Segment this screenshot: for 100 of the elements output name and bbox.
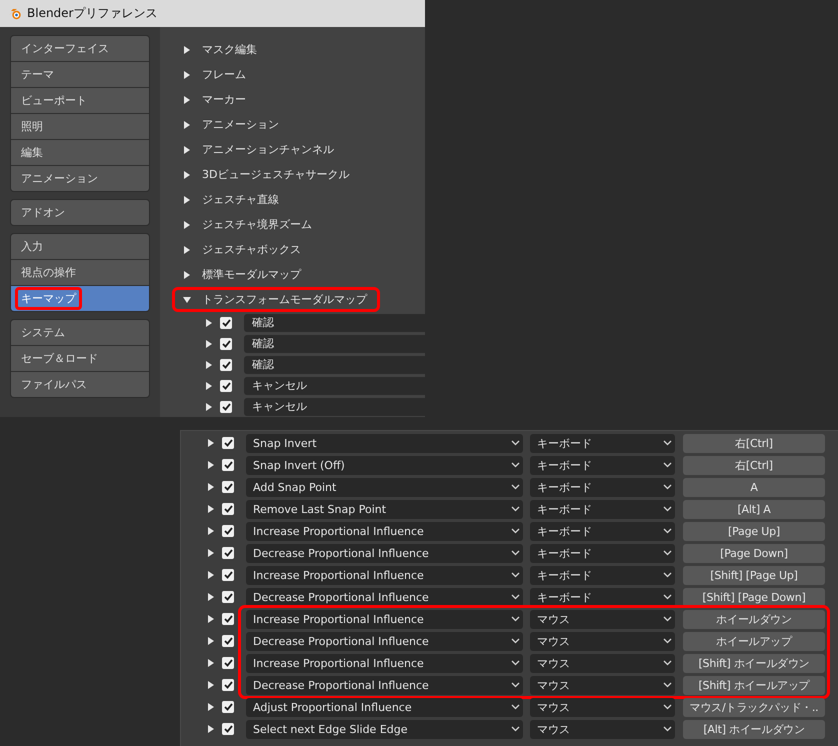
key-binding-button[interactable]: ホイールアップ bbox=[683, 632, 825, 650]
input-type-dropdown[interactable]: マウス bbox=[530, 676, 675, 694]
expand-right-icon[interactable] bbox=[183, 270, 191, 278]
expand-right-icon[interactable] bbox=[183, 70, 191, 78]
tree-item[interactable]: トランスフォームモーダルマップ bbox=[172, 287, 380, 312]
checkbox[interactable] bbox=[220, 380, 232, 392]
name-field[interactable]: キャンセル bbox=[244, 398, 425, 416]
key-binding-button[interactable]: 右[Ctrl] bbox=[683, 456, 825, 474]
tree-item[interactable]: マスク編集 bbox=[172, 37, 270, 62]
expand-right-icon[interactable] bbox=[205, 360, 213, 368]
input-type-dropdown[interactable]: マウス bbox=[530, 654, 675, 672]
expand-right-icon[interactable] bbox=[205, 402, 213, 410]
sidebar-item[interactable]: ファイルパス bbox=[11, 372, 149, 397]
expand-right-icon[interactable] bbox=[207, 549, 215, 557]
input-type-dropdown[interactable]: キーボード bbox=[530, 500, 675, 518]
sidebar-item[interactable]: テーマ bbox=[11, 62, 149, 87]
expand-right-icon[interactable] bbox=[207, 505, 215, 513]
sidebar-item[interactable]: アドオン bbox=[11, 200, 149, 225]
expand-right-icon[interactable] bbox=[183, 46, 191, 54]
checkbox[interactable] bbox=[222, 525, 234, 537]
expand-right-icon[interactable] bbox=[183, 120, 191, 128]
checkbox[interactable] bbox=[220, 358, 232, 370]
tree-item[interactable]: 3Dビュージェスチャサークル bbox=[172, 162, 362, 187]
checkbox[interactable] bbox=[222, 481, 234, 493]
input-type-dropdown[interactable]: キーボード bbox=[530, 544, 675, 562]
sidebar-item[interactable]: アニメーション bbox=[11, 166, 149, 191]
expand-right-icon[interactable] bbox=[205, 382, 213, 390]
input-type-dropdown[interactable]: キーボード bbox=[530, 522, 675, 540]
expand-right-icon[interactable] bbox=[205, 340, 213, 348]
key-binding-button[interactable]: [Shift] [Page Down] bbox=[683, 588, 825, 606]
checkbox[interactable] bbox=[222, 569, 234, 581]
expand-right-icon[interactable] bbox=[207, 725, 215, 733]
tree-item[interactable]: 標準モーダルマップ bbox=[172, 262, 314, 287]
checkbox[interactable] bbox=[222, 613, 234, 625]
checkbox[interactable] bbox=[220, 400, 232, 412]
tree-item[interactable]: ジェスチャ直線 bbox=[172, 187, 292, 212]
key-binding-button[interactable]: [Shift] ホイールダウン bbox=[683, 654, 825, 672]
expand-right-icon[interactable] bbox=[207, 483, 215, 491]
input-type-dropdown[interactable]: キーボード bbox=[530, 478, 675, 496]
tree-item[interactable]: アニメーションチャンネル bbox=[172, 137, 347, 162]
checkbox[interactable] bbox=[220, 316, 232, 328]
input-type-dropdown[interactable]: マウス bbox=[530, 610, 675, 628]
input-type-dropdown[interactable]: キーボード bbox=[530, 566, 675, 584]
checkbox[interactable] bbox=[222, 635, 234, 647]
action-dropdown[interactable]: Increase Proportional Influence bbox=[246, 522, 523, 540]
name-field[interactable]: 確認 bbox=[244, 334, 425, 352]
name-field[interactable]: 確認 bbox=[244, 314, 425, 332]
input-type-dropdown[interactable]: キーボード bbox=[530, 456, 675, 474]
expand-right-icon[interactable] bbox=[207, 571, 215, 579]
key-binding-button[interactable]: 右[Ctrl] bbox=[683, 434, 825, 452]
checkbox[interactable] bbox=[222, 701, 234, 713]
sidebar-item[interactable]: システム bbox=[11, 320, 149, 345]
expand-right-icon[interactable] bbox=[207, 461, 215, 469]
input-type-dropdown[interactable]: キーボード bbox=[530, 588, 675, 606]
key-binding-button[interactable]: [Shift] ホイールアップ bbox=[683, 676, 825, 694]
expand-right-icon[interactable] bbox=[183, 146, 191, 154]
sidebar-item[interactable]: セーブ＆ロード bbox=[11, 346, 149, 371]
checkbox[interactable] bbox=[222, 723, 234, 735]
checkbox[interactable] bbox=[222, 459, 234, 471]
sidebar-item[interactable]: キーマップ bbox=[11, 286, 149, 311]
tree-item[interactable]: ジェスチャボックス bbox=[172, 237, 314, 262]
name-field[interactable]: キャンセル bbox=[244, 376, 425, 394]
input-type-dropdown[interactable]: キーボード bbox=[530, 434, 675, 452]
checkbox[interactable] bbox=[220, 338, 232, 350]
sidebar-item[interactable]: インターフェイス bbox=[11, 36, 149, 61]
input-type-dropdown[interactable]: マウス bbox=[530, 698, 675, 716]
expand-right-icon[interactable] bbox=[207, 681, 215, 689]
action-dropdown[interactable]: Increase Proportional Influence bbox=[246, 566, 523, 584]
action-dropdown[interactable]: Decrease Proportional Influence bbox=[246, 544, 523, 562]
sidebar-item[interactable]: ビューポート bbox=[11, 88, 149, 113]
expand-right-icon[interactable] bbox=[205, 318, 213, 326]
expand-right-icon[interactable] bbox=[183, 220, 191, 228]
sidebar-item[interactable]: 視点の操作 bbox=[11, 260, 149, 285]
key-binding-button[interactable]: ホイールダウン bbox=[683, 610, 825, 628]
checkbox[interactable] bbox=[222, 503, 234, 515]
action-dropdown[interactable]: Snap Invert bbox=[246, 434, 523, 452]
key-binding-button[interactable]: [Alt] ホイールダウン bbox=[683, 720, 825, 738]
key-binding-button[interactable]: [Page Down] bbox=[683, 544, 825, 562]
key-binding-button[interactable]: マウス/トラックパッド・.. bbox=[683, 698, 825, 716]
expand-right-icon[interactable] bbox=[207, 615, 215, 623]
expand-down-icon[interactable] bbox=[183, 296, 191, 304]
key-binding-button[interactable]: [Page Up] bbox=[683, 522, 825, 540]
key-binding-button[interactable]: [Alt] A bbox=[683, 500, 825, 518]
name-field[interactable]: 確認 bbox=[244, 356, 425, 374]
tree-item[interactable]: アニメーション bbox=[172, 112, 292, 137]
expand-right-icon[interactable] bbox=[183, 170, 191, 178]
checkbox[interactable] bbox=[222, 679, 234, 691]
expand-right-icon[interactable] bbox=[207, 439, 215, 447]
expand-right-icon[interactable] bbox=[207, 659, 215, 667]
expand-right-icon[interactable] bbox=[207, 703, 215, 711]
action-dropdown[interactable]: Snap Invert (Off) bbox=[246, 456, 523, 474]
action-dropdown[interactable]: Decrease Proportional Influence bbox=[246, 676, 523, 694]
action-dropdown[interactable]: Remove Last Snap Point bbox=[246, 500, 523, 518]
action-dropdown[interactable]: Increase Proportional Influence bbox=[246, 610, 523, 628]
expand-right-icon[interactable] bbox=[183, 196, 191, 204]
key-binding-button[interactable]: [Shift] [Page Up] bbox=[683, 566, 825, 584]
tree-item[interactable]: フレーム bbox=[172, 62, 259, 87]
action-dropdown[interactable]: Add Snap Point bbox=[246, 478, 523, 496]
checkbox[interactable] bbox=[222, 657, 234, 669]
expand-right-icon[interactable] bbox=[183, 96, 191, 104]
